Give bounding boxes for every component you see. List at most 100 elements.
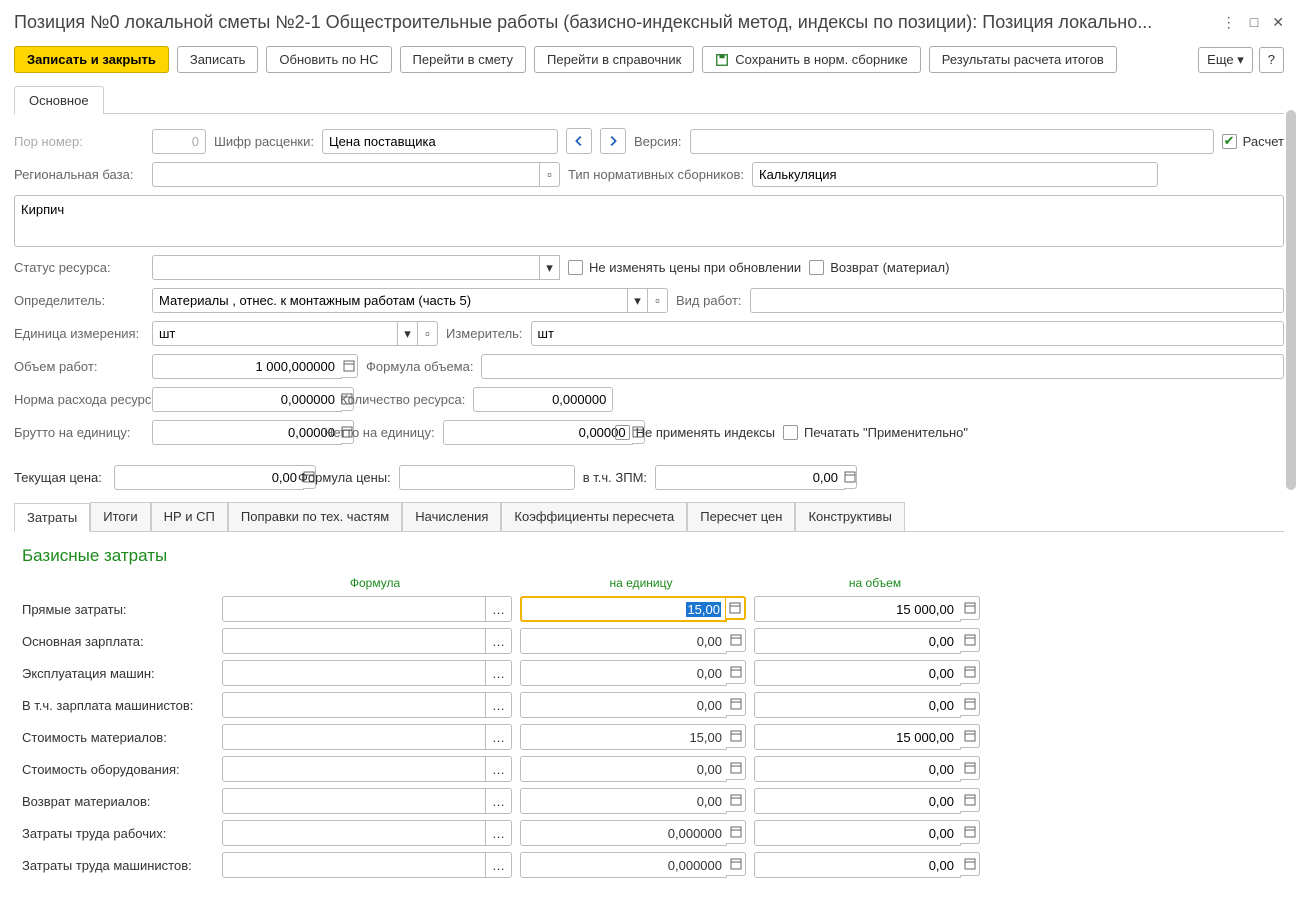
cost-volume-input[interactable] xyxy=(754,820,961,846)
qty-input[interactable] xyxy=(473,387,613,412)
print-approx-checkbox[interactable]: Печатать "Применительно" xyxy=(783,425,968,440)
cost-formula-input[interactable] xyxy=(222,596,486,622)
calculator-icon[interactable] xyxy=(960,692,980,716)
work-type-input[interactable] xyxy=(750,288,1284,313)
determ-open-button[interactable]: ▫ xyxy=(648,288,668,313)
cost-formula-input[interactable] xyxy=(222,692,486,718)
save-close-button[interactable]: Записать и закрыть xyxy=(14,46,169,73)
dots-button[interactable]: … xyxy=(486,596,512,622)
calculator-icon[interactable] xyxy=(726,628,746,652)
cost-volume-input[interactable] xyxy=(754,596,961,622)
calculator-icon[interactable] xyxy=(960,596,980,620)
calculator-icon[interactable] xyxy=(960,820,980,844)
measure-input[interactable] xyxy=(531,321,1284,346)
cost-formula-input[interactable] xyxy=(222,628,486,654)
norm-type-input[interactable] xyxy=(752,162,1158,187)
price-formula-input[interactable] xyxy=(399,465,575,490)
return-material-checkbox[interactable]: Возврат (материал) xyxy=(809,260,949,275)
calculator-icon[interactable] xyxy=(726,788,746,812)
unit-input[interactable] xyxy=(152,321,398,346)
cost-volume-input[interactable] xyxy=(754,692,961,718)
dots-button[interactable]: … xyxy=(486,660,512,686)
results-button[interactable]: Результаты расчета итогов xyxy=(929,46,1117,73)
shifr-input[interactable] xyxy=(322,129,558,154)
cost-volume-input[interactable] xyxy=(754,756,961,782)
cost-unit-input[interactable]: 15,00 xyxy=(520,724,727,750)
sub-tab-7[interactable]: Конструктивы xyxy=(795,502,904,531)
status-input[interactable] xyxy=(152,255,540,280)
dots-button[interactable]: … xyxy=(486,820,512,846)
cost-unit-input[interactable]: 0,00 xyxy=(520,628,727,654)
calculator-icon[interactable] xyxy=(960,628,980,652)
goto-ref-button[interactable]: Перейти в справочник xyxy=(534,46,694,73)
scrollbar[interactable] xyxy=(1286,110,1296,906)
calculator-icon[interactable] xyxy=(726,596,746,620)
calculator-icon[interactable] xyxy=(726,756,746,780)
cost-volume-input[interactable] xyxy=(754,724,961,750)
sub-tab-5[interactable]: Коэффициенты пересчета xyxy=(501,502,687,531)
cost-formula-input[interactable] xyxy=(222,788,486,814)
prev-button[interactable] xyxy=(566,128,592,154)
calculator-icon[interactable] xyxy=(960,788,980,812)
brutto-input[interactable] xyxy=(152,420,342,445)
calculator-icon[interactable] xyxy=(726,692,746,716)
reg-base-open-button[interactable]: ▫ xyxy=(540,162,560,187)
cost-volume-input[interactable] xyxy=(754,852,961,878)
calculator-icon[interactable] xyxy=(726,852,746,876)
tab-main[interactable]: Основное xyxy=(14,86,104,114)
cost-unit-input[interactable]: 0,000000 xyxy=(520,820,727,846)
cost-unit-input[interactable]: 0,00 xyxy=(520,788,727,814)
cost-volume-input[interactable] xyxy=(754,660,961,686)
cost-volume-input[interactable] xyxy=(754,788,961,814)
dots-button[interactable]: … xyxy=(486,628,512,654)
dots-button[interactable]: … xyxy=(486,756,512,782)
calculator-icon[interactable] xyxy=(960,724,980,748)
calculator-icon[interactable] xyxy=(726,660,746,684)
save-norm-button[interactable]: Сохранить в норм. сборнике xyxy=(702,46,920,73)
calculator-icon[interactable] xyxy=(341,354,358,378)
save-button[interactable]: Записать xyxy=(177,46,259,73)
cost-volume-input[interactable] xyxy=(754,628,961,654)
dots-button[interactable]: … xyxy=(486,692,512,718)
volume-input[interactable] xyxy=(152,354,342,379)
sub-tab-3[interactable]: Поправки по тех. частям xyxy=(228,502,402,531)
next-button[interactable] xyxy=(600,128,626,154)
dots-button[interactable]: … xyxy=(486,852,512,878)
netto-input[interactable] xyxy=(443,420,633,445)
unit-open-button[interactable]: ▫ xyxy=(418,321,438,346)
menu-icon[interactable]: ⋮ xyxy=(1222,14,1236,31)
sub-tab-4[interactable]: Начисления xyxy=(402,502,501,531)
close-icon[interactable]: ✕ xyxy=(1272,14,1284,31)
cost-formula-input[interactable] xyxy=(222,820,486,846)
update-ns-button[interactable]: Обновить по НС xyxy=(266,46,391,73)
calculator-icon[interactable] xyxy=(960,660,980,684)
cost-formula-input[interactable] xyxy=(222,724,486,750)
sub-tab-6[interactable]: Пересчет цен xyxy=(687,502,795,531)
determ-dropdown-button[interactable]: ▾ xyxy=(628,288,648,313)
calculator-icon[interactable] xyxy=(726,724,746,748)
calculator-icon[interactable] xyxy=(726,820,746,844)
unit-dropdown-button[interactable]: ▾ xyxy=(398,321,418,346)
sub-tab-0[interactable]: Затраты xyxy=(14,503,90,532)
no-index-checkbox[interactable]: Не применять индексы xyxy=(615,425,775,440)
more-button[interactable]: Еще ▾ xyxy=(1198,47,1253,73)
cost-unit-input[interactable]: 0,00 xyxy=(520,692,727,718)
cost-formula-input[interactable] xyxy=(222,756,486,782)
zpm-input[interactable] xyxy=(655,465,845,490)
volume-formula-input[interactable] xyxy=(481,354,1284,379)
maximize-icon[interactable]: □ xyxy=(1250,14,1258,30)
sub-tab-1[interactable]: Итоги xyxy=(90,502,150,531)
sub-tab-2[interactable]: НР и СП xyxy=(151,502,228,531)
calculator-icon[interactable] xyxy=(960,756,980,780)
dots-button[interactable]: … xyxy=(486,788,512,814)
scrollbar-thumb[interactable] xyxy=(1286,110,1296,490)
cost-unit-input[interactable]: 0,00 xyxy=(520,756,727,782)
goto-estimate-button[interactable]: Перейти в смету xyxy=(400,46,526,73)
version-input[interactable] xyxy=(690,129,1214,154)
help-button[interactable]: ? xyxy=(1259,47,1284,73)
cost-unit-input[interactable]: 0,00 xyxy=(520,660,727,686)
status-dropdown-button[interactable]: ▾ xyxy=(540,255,560,280)
calculator-icon[interactable] xyxy=(844,465,857,489)
determ-input[interactable] xyxy=(152,288,628,313)
por-number-input[interactable] xyxy=(152,129,206,154)
